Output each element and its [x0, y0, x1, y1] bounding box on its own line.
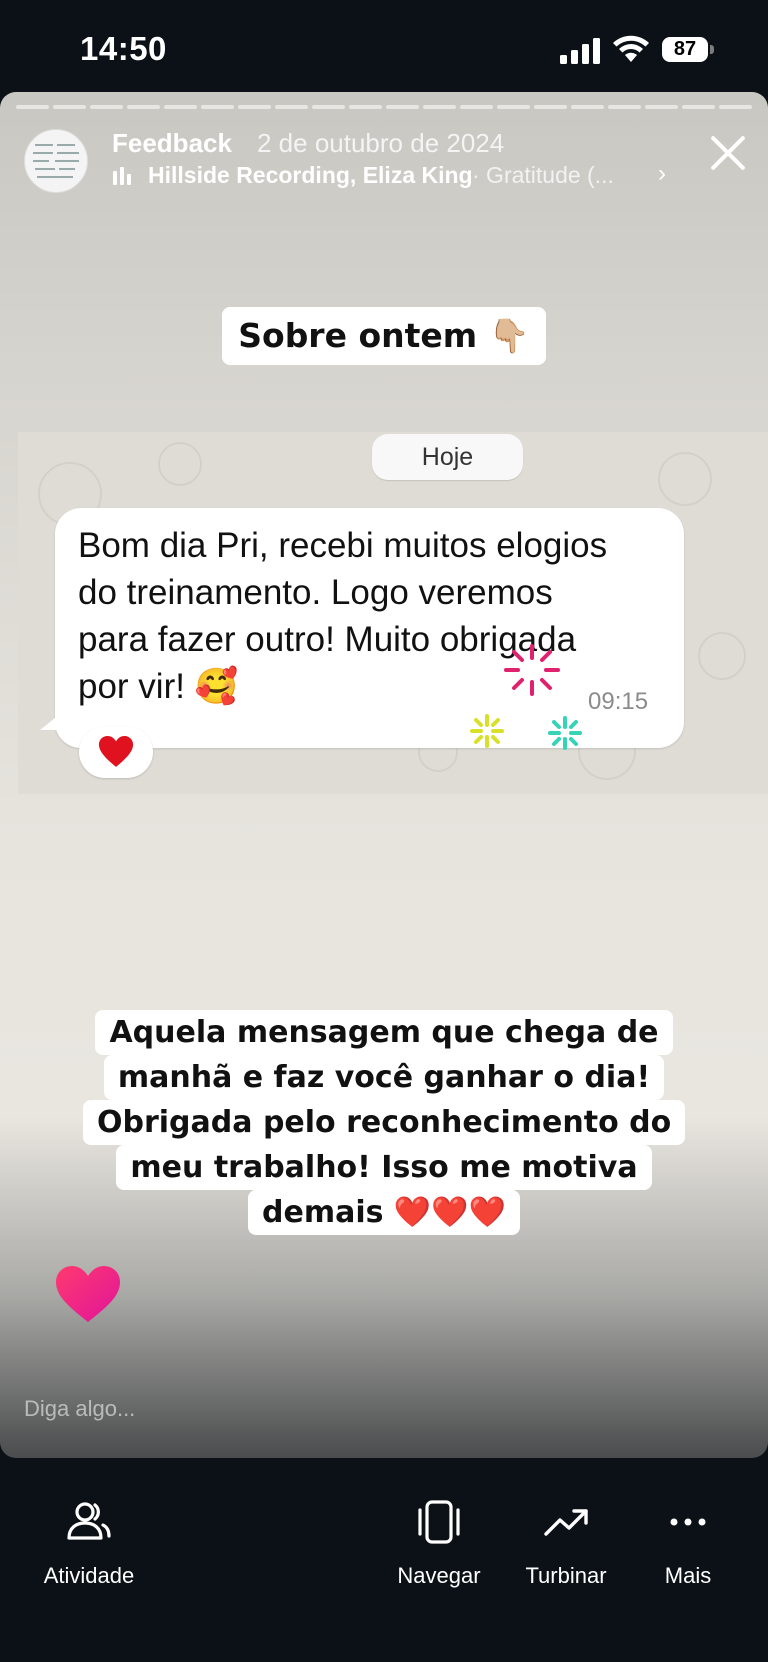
- story-progress-segment: [164, 105, 197, 109]
- tab-turbinar[interactable]: Turbinar: [516, 1498, 616, 1589]
- caption-line: demais ❤️❤️❤️: [248, 1190, 520, 1235]
- story-progress-segment: [608, 105, 641, 109]
- battery-level: 87: [662, 37, 708, 62]
- story-progress-segment: [534, 105, 567, 109]
- caption-line: manhã e faz você ganhar o dia!: [103, 1055, 665, 1100]
- close-icon[interactable]: [707, 132, 749, 174]
- chat-message-line: do treinamento. Logo veremos: [78, 573, 553, 612]
- music-bars-icon: [113, 167, 135, 187]
- story-progress-segment: [201, 105, 234, 109]
- story-progress-segment: [275, 105, 308, 109]
- text-sticker-sobre-ontem: Sobre ontem 👇🏼: [222, 307, 546, 365]
- chevron-right-icon[interactable]: ›: [658, 160, 666, 188]
- story-progress-segment: [16, 105, 49, 109]
- tab-mais[interactable]: Mais: [648, 1498, 728, 1589]
- tab-label: Mais: [664, 1563, 712, 1588]
- sparkle-sticker-icon: [504, 644, 560, 696]
- story-progress-segment: [238, 105, 271, 109]
- activity-icon: [67, 1502, 111, 1540]
- sparkle-sticker-icon: [548, 716, 582, 750]
- chat-message-time: 09:15: [588, 688, 649, 715]
- tab-navegar[interactable]: Navegar: [384, 1498, 494, 1589]
- bottom-tab-bar: Atividade Navegar Turbinar Mais: [0, 1458, 768, 1662]
- story-progress-segment: [682, 105, 715, 109]
- music-track[interactable]: · Gratitude (...: [472, 162, 614, 189]
- story-progress-segment: [349, 105, 382, 109]
- caption-line: meu trabalho! Isso me motiva: [116, 1145, 652, 1190]
- story-progress-segment: [127, 105, 160, 109]
- tab-atividade[interactable]: Atividade: [30, 1498, 148, 1589]
- sparkle-sticker-icon: [470, 714, 504, 748]
- caption-line: Obrigada pelo reconhecimento do: [83, 1100, 686, 1145]
- battery-icon: 87: [662, 37, 714, 64]
- chat-message-text: Bom dia Pri, recebi muitos elogios do tr…: [78, 522, 678, 710]
- story-date: 2 de outubro de 2024: [257, 128, 505, 158]
- status-bar: 14:50 87: [0, 0, 768, 92]
- boost-icon: [544, 1509, 588, 1536]
- caption-sticker: Aquela mensagem que chega de manhã e faz…: [83, 1010, 686, 1235]
- story-title[interactable]: Feedback: [112, 128, 232, 159]
- more-icon: [670, 1518, 706, 1526]
- chat-reaction: [79, 726, 153, 778]
- story-progress-segment: [53, 105, 86, 109]
- music-artist[interactable]: Hillside Recording, Eliza King: [148, 162, 473, 189]
- story-progress-segment: [460, 105, 493, 109]
- avatar[interactable]: [24, 129, 88, 193]
- story-progress-segment: [386, 105, 419, 109]
- story-progress-segment: [497, 105, 530, 109]
- story-progress-segment: [312, 105, 345, 109]
- cellular-signal-icon: [560, 38, 600, 64]
- story-progress-segment: [719, 105, 752, 109]
- story-progress-segment: [645, 105, 678, 109]
- story-progress-segment: [90, 105, 123, 109]
- reply-input[interactable]: Diga algo...: [24, 1396, 135, 1422]
- tab-label: Turbinar: [525, 1563, 607, 1588]
- chat-date-pill: Hoje: [372, 434, 523, 480]
- caption-line: Aquela mensagem que chega de: [95, 1010, 673, 1055]
- status-time: 14:50: [80, 30, 167, 67]
- chat-message-line: Bom dia Pri, recebi muitos elogios: [78, 526, 608, 565]
- story-progress-segment: [423, 105, 456, 109]
- navigate-icon: [418, 1500, 460, 1544]
- chat-message-line: para fazer outro! Muito obrigada: [78, 620, 577, 659]
- wifi-icon: [613, 35, 649, 62]
- heart-icon: [98, 736, 134, 767]
- tab-label: Navegar: [397, 1563, 481, 1588]
- story-progress-segment: [571, 105, 604, 109]
- tab-label: Atividade: [43, 1563, 135, 1588]
- like-heart-icon[interactable]: [56, 1262, 120, 1326]
